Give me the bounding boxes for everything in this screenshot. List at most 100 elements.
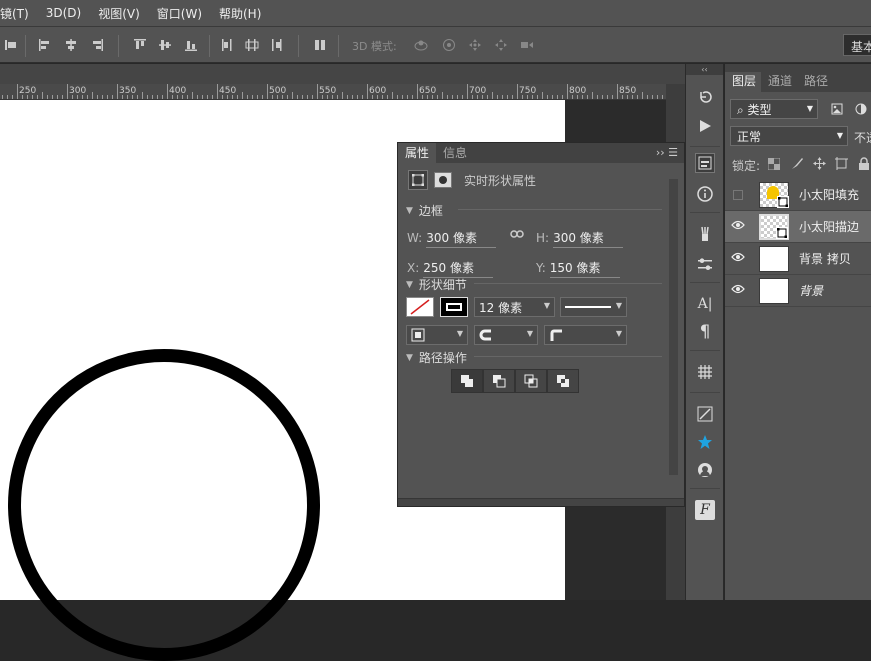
- width-field[interactable]: W: 300 像素: [407, 229, 497, 248]
- play-actions-icon[interactable]: [695, 116, 715, 136]
- fill-swatch[interactable]: [406, 297, 434, 317]
- distribute-center-icon[interactable]: [245, 38, 259, 52]
- section-path-ops[interactable]: ▼ 路径操作: [406, 349, 467, 366]
- section-bounds[interactable]: ▼ 边框: [406, 202, 443, 219]
- ruler-tick: [307, 95, 308, 99]
- lock-position-icon[interactable]: [813, 157, 826, 170]
- lock-all-icon[interactable]: [858, 157, 870, 170]
- layer-row[interactable]: 小太阳填充: [725, 179, 871, 211]
- info-icon[interactable]: [695, 184, 715, 204]
- visibility-toggle[interactable]: [727, 251, 749, 266]
- intersect-shapes-button[interactable]: [515, 369, 547, 393]
- y-value[interactable]: 150 像素: [549, 259, 620, 278]
- menu-filter[interactable]: 镜(T): [0, 5, 29, 22]
- glyphs-icon[interactable]: [695, 362, 715, 382]
- align-bottom-icon[interactable]: [184, 38, 198, 52]
- filter-image-icon[interactable]: [831, 103, 843, 115]
- section-shape[interactable]: ▼ 形状细节: [406, 276, 467, 293]
- link-icon[interactable]: [510, 229, 524, 239]
- align-top-icon[interactable]: [133, 38, 147, 52]
- lock-pixels-icon[interactable]: [791, 157, 804, 170]
- ruler-tick: [107, 95, 108, 99]
- 3d-materials-icon[interactable]: [695, 460, 715, 480]
- chevron-down-icon: ▼: [543, 301, 550, 310]
- menu-view[interactable]: 视图(V): [98, 5, 140, 22]
- chevron-down-icon: ▼: [406, 205, 413, 216]
- width-value[interactable]: 300 像素: [426, 229, 497, 248]
- distribute-left-icon[interactable]: [220, 38, 234, 52]
- layer-row[interactable]: 背景: [725, 275, 871, 307]
- panel-menu-icon[interactable]: ›› ☰: [656, 146, 678, 159]
- collapse-arrows-icon[interactable]: ‹‹: [686, 64, 723, 75]
- tab-channels[interactable]: 通道: [761, 72, 797, 92]
- circle-shape[interactable]: [8, 349, 320, 661]
- layer-filter-dropdown[interactable]: ⌕ 类型 ▼: [730, 99, 818, 119]
- menu-help[interactable]: 帮助(H): [219, 5, 261, 22]
- properties-panel-icon[interactable]: [695, 153, 715, 173]
- layer-row[interactable]: 背景 拷贝: [725, 243, 871, 275]
- stroke-type-dropdown[interactable]: ▼: [560, 297, 627, 317]
- layer-name[interactable]: 背景: [799, 282, 823, 299]
- corner-type-dropdown[interactable]: ▼: [544, 325, 627, 345]
- y-field[interactable]: Y: 150 像素: [536, 259, 620, 278]
- menu-window[interactable]: 窗口(W): [157, 5, 202, 22]
- slide-3d-icon: [495, 39, 507, 51]
- horizontal-ruler[interactable]: 250 300 350 400 450 500 550 600 650 700 750 800 850: [0, 84, 666, 100]
- y-label: Y:: [536, 261, 546, 275]
- menu-3d[interactable]: 3D(D): [46, 6, 81, 20]
- tab-paths[interactable]: 路径: [797, 72, 833, 92]
- paragraph-icon[interactable]: ¶: [695, 322, 715, 342]
- workspace-switcher[interactable]: 基本: [843, 34, 871, 56]
- cap-type-icon: [479, 329, 491, 341]
- brush-presets-icon[interactable]: [695, 224, 715, 244]
- tab-properties[interactable]: 属性: [398, 143, 437, 163]
- visibility-toggle[interactable]: [727, 219, 749, 234]
- tab-info[interactable]: 信息: [436, 143, 474, 163]
- filter-adjustment-icon[interactable]: [855, 103, 867, 115]
- adjustments-icon[interactable]: [695, 254, 715, 274]
- blend-mode-dropdown[interactable]: 正常 ▼: [730, 126, 848, 146]
- exclude-overlap-button[interactable]: [547, 369, 579, 393]
- height-field[interactable]: H: 300 像素: [536, 229, 624, 248]
- align-left-edges-icon[interactable]: [4, 38, 18, 52]
- history-icon[interactable]: [695, 88, 715, 108]
- layer-row-selected[interactable]: 小太阳描边: [725, 211, 871, 243]
- stroke-align-dropdown[interactable]: ▼: [406, 325, 468, 345]
- ruler-tick: [462, 95, 463, 99]
- ruler-label: 850: [619, 86, 637, 96]
- libraries-icon[interactable]: F: [695, 500, 715, 520]
- stroke-width-dropdown[interactable]: 12 像素 ▼: [474, 297, 555, 317]
- combine-shapes-button[interactable]: [451, 369, 483, 393]
- toolbar-divider: [209, 35, 210, 57]
- tab-layers[interactable]: 图层: [725, 72, 762, 92]
- stroke-swatch[interactable]: [440, 297, 468, 317]
- ruler-tick: [102, 95, 103, 99]
- height-value[interactable]: 300 像素: [553, 229, 624, 248]
- ruler-tick: [202, 95, 203, 99]
- ruler-tick: [467, 84, 468, 99]
- tool-presets-icon[interactable]: [695, 404, 715, 424]
- layer-name[interactable]: 小太阳填充: [799, 186, 859, 203]
- properties-scrollbar[interactable]: [669, 179, 678, 475]
- layer-name[interactable]: 背景 拷贝: [799, 250, 851, 267]
- distribute-right-icon[interactable]: [270, 38, 284, 52]
- layer-name[interactable]: 小太阳描边: [799, 218, 859, 235]
- divider: [690, 282, 720, 283]
- character-icon[interactable]: A|: [695, 294, 715, 314]
- distribute-spacing-icon[interactable]: [313, 38, 327, 52]
- star-icon[interactable]: [695, 432, 715, 452]
- align-right-icon[interactable]: [90, 38, 104, 52]
- subtract-shape-button[interactable]: [483, 369, 515, 393]
- align-center-h-icon[interactable]: [64, 38, 78, 52]
- align-left-icon[interactable]: [38, 38, 52, 52]
- align-middle-v-icon[interactable]: [158, 38, 172, 52]
- panel-resize-grip[interactable]: [398, 498, 684, 506]
- lock-artboard-icon[interactable]: [835, 157, 848, 170]
- ruler-tick: [147, 95, 148, 99]
- ruler-tick: [652, 95, 653, 99]
- ruler-tick: [242, 92, 243, 99]
- lock-transparent-icon[interactable]: [768, 158, 780, 170]
- visibility-toggle[interactable]: [727, 283, 749, 298]
- cap-type-dropdown[interactable]: ▼: [474, 325, 538, 345]
- visibility-toggle[interactable]: [727, 189, 749, 200]
